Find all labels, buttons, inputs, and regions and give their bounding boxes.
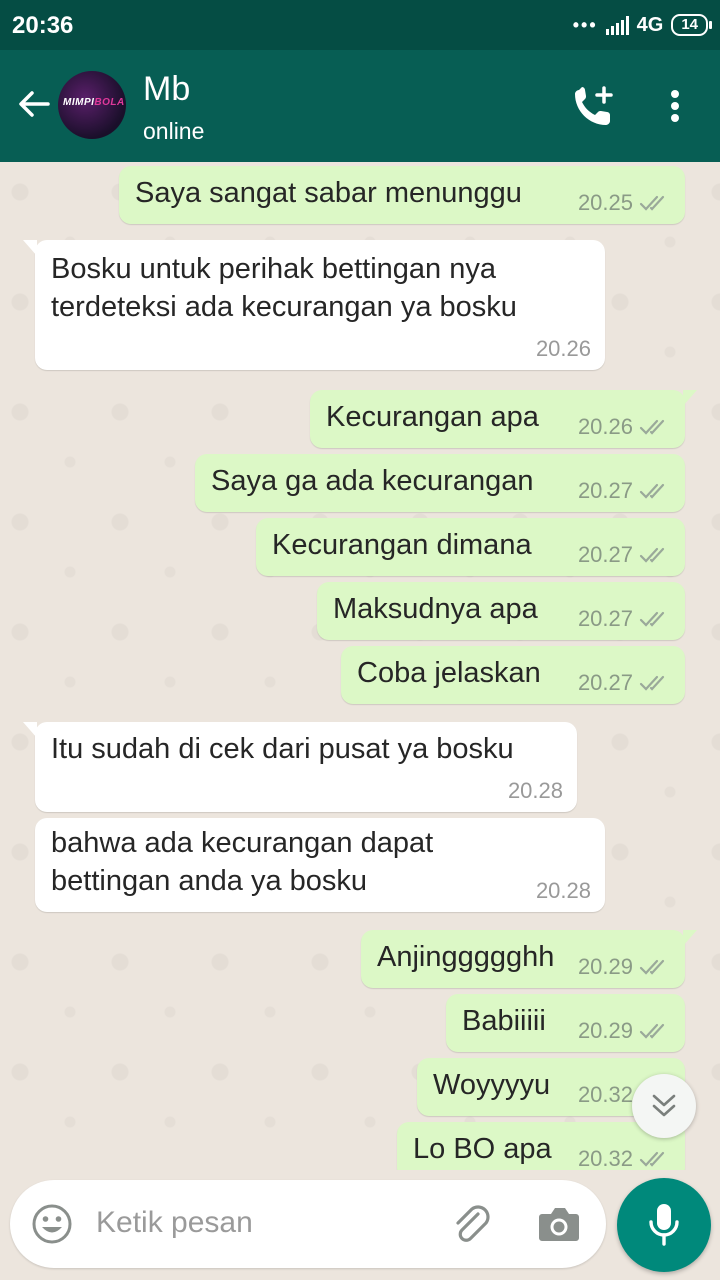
emoji-icon[interactable] bbox=[30, 1202, 74, 1246]
message-meta: 20.26 bbox=[536, 336, 591, 362]
message-composer[interactable]: Ketik pesan bbox=[10, 1180, 606, 1268]
message-incoming[interactable]: bahwa ada kecurangan dapat bettingan and… bbox=[35, 818, 605, 912]
message-meta: 20.27 bbox=[578, 606, 671, 632]
contact-status: online bbox=[143, 118, 205, 144]
message-time: 20.25 bbox=[577, 190, 633, 215]
double-check-icon bbox=[639, 675, 665, 691]
message-meta: 20.28 bbox=[508, 778, 563, 804]
message-meta: 20.28 bbox=[536, 878, 591, 904]
signal-icon bbox=[605, 15, 629, 35]
message-text: Babiiiii bbox=[462, 1005, 546, 1037]
notification-dots-icon: ••• bbox=[572, 14, 598, 35]
message-text: Itu sudah di cek dari pusat ya bosku bbox=[51, 733, 514, 765]
message-text: Kecurangan apa bbox=[326, 401, 539, 433]
avatar[interactable]: MIMPIBOLA bbox=[58, 71, 126, 139]
message-text: Saya ga ada kecurangan bbox=[211, 465, 534, 497]
message-input[interactable]: Ketik pesan bbox=[96, 1206, 253, 1240]
message-meta: 20.29 bbox=[578, 954, 671, 980]
message-meta: 20.27 bbox=[578, 542, 671, 568]
message-meta: 20.32 bbox=[578, 1146, 671, 1170]
add-call-icon[interactable] bbox=[570, 84, 616, 130]
message-time: 20.28 bbox=[535, 878, 591, 903]
voice-record-button[interactable] bbox=[617, 1178, 711, 1272]
status-bar: 20:36 ••• 4G 14 bbox=[0, 0, 720, 50]
double-check-icon bbox=[639, 547, 665, 563]
message-outgoing[interactable]: Coba jelaskan 20.27 bbox=[341, 646, 685, 704]
bubble-tail bbox=[683, 930, 697, 946]
message-outgoing[interactable]: Kecurangan dimana 20.27 bbox=[256, 518, 685, 576]
message-outgoing[interactable]: Maksudnya apa 20.27 bbox=[317, 582, 685, 640]
message-outgoing[interactable]: Kecurangan apa 20.26 bbox=[310, 390, 697, 448]
message-text: Saya sangat sabar menunggu bbox=[135, 177, 522, 209]
message-incoming[interactable]: Itu sudah di cek dari pusat ya bosku 20.… bbox=[23, 722, 577, 812]
more-vertical-icon[interactable] bbox=[660, 86, 690, 126]
message-outgoing[interactable]: Saya ga ada kecurangan 20.27 bbox=[195, 454, 685, 512]
message-text: Anjinggggghh bbox=[377, 941, 555, 973]
scroll-to-bottom-button[interactable] bbox=[632, 1074, 696, 1138]
double-check-icon bbox=[639, 1023, 665, 1039]
message-time: 20.27 bbox=[577, 542, 633, 567]
message-meta: 20.29 bbox=[578, 1018, 671, 1044]
message-meta: 20.26 bbox=[578, 414, 671, 440]
message-time: 20.27 bbox=[577, 670, 633, 695]
bubble-tail bbox=[683, 390, 697, 406]
message-text: Maksudnya apa bbox=[333, 593, 538, 625]
message-meta: 20.27 bbox=[578, 478, 671, 504]
message-text: Bosku untuk perihak bettingan nya terdet… bbox=[51, 253, 517, 323]
message-time: 20.32 bbox=[577, 1082, 633, 1107]
message-time: 20.32 bbox=[577, 1146, 633, 1170]
message-outgoing[interactable]: Saya sangat sabar menunggu 20.25 bbox=[119, 166, 685, 224]
message-time: 20.28 bbox=[507, 778, 563, 803]
message-time: 20.29 bbox=[577, 1018, 633, 1043]
double-check-icon bbox=[639, 419, 665, 435]
avatar-logo: MIMPIBOLA bbox=[63, 97, 125, 108]
arrow-left-icon[interactable] bbox=[14, 84, 54, 124]
status-time: 20:36 bbox=[12, 12, 74, 39]
double-check-icon bbox=[639, 611, 665, 627]
message-meta: 20.27 bbox=[578, 670, 671, 696]
message-time: 20.26 bbox=[535, 336, 591, 361]
contact-name[interactable]: Mb bbox=[143, 70, 190, 109]
message-text: Coba jelaskan bbox=[357, 657, 541, 689]
battery-icon: 14 bbox=[671, 14, 712, 36]
chevron-double-down-icon bbox=[652, 1094, 676, 1117]
double-check-icon bbox=[639, 1151, 665, 1167]
chat-header: MIMPIBOLA Mb online bbox=[0, 50, 720, 162]
message-outgoing[interactable]: Babiiiii 20.29 bbox=[446, 994, 685, 1052]
double-check-icon bbox=[639, 959, 665, 975]
message-meta: 20.25 bbox=[578, 190, 671, 216]
message-outgoing[interactable]: Anjinggggghh 20.29 bbox=[361, 930, 697, 988]
message-text: Woyyyyu bbox=[433, 1069, 551, 1101]
message-time: 20.29 bbox=[577, 954, 633, 979]
battery-level: 14 bbox=[681, 16, 698, 33]
status-indicators: ••• 4G 14 bbox=[572, 12, 712, 38]
paperclip-icon[interactable] bbox=[448, 1200, 496, 1248]
camera-icon[interactable] bbox=[536, 1202, 582, 1246]
double-check-icon bbox=[639, 483, 665, 499]
message-time: 20.27 bbox=[577, 606, 633, 631]
message-time: 20.27 bbox=[577, 478, 633, 503]
mic-icon bbox=[649, 1204, 679, 1246]
bubble-tail bbox=[23, 240, 37, 256]
message-text: Lo BO apa bbox=[413, 1133, 552, 1165]
message-text: bahwa ada kecurangan dapat bettingan and… bbox=[51, 827, 434, 897]
bubble-tail bbox=[23, 722, 37, 738]
chat-area[interactable]: Saya sangat sabar menunggu 20.25 Bosku u… bbox=[0, 162, 720, 1170]
double-check-icon bbox=[639, 195, 665, 211]
message-text: Kecurangan dimana bbox=[272, 529, 532, 561]
network-type: 4G bbox=[636, 13, 664, 36]
message-time: 20.26 bbox=[577, 414, 633, 439]
message-incoming[interactable]: Bosku untuk perihak bettingan nya terdet… bbox=[23, 240, 605, 370]
